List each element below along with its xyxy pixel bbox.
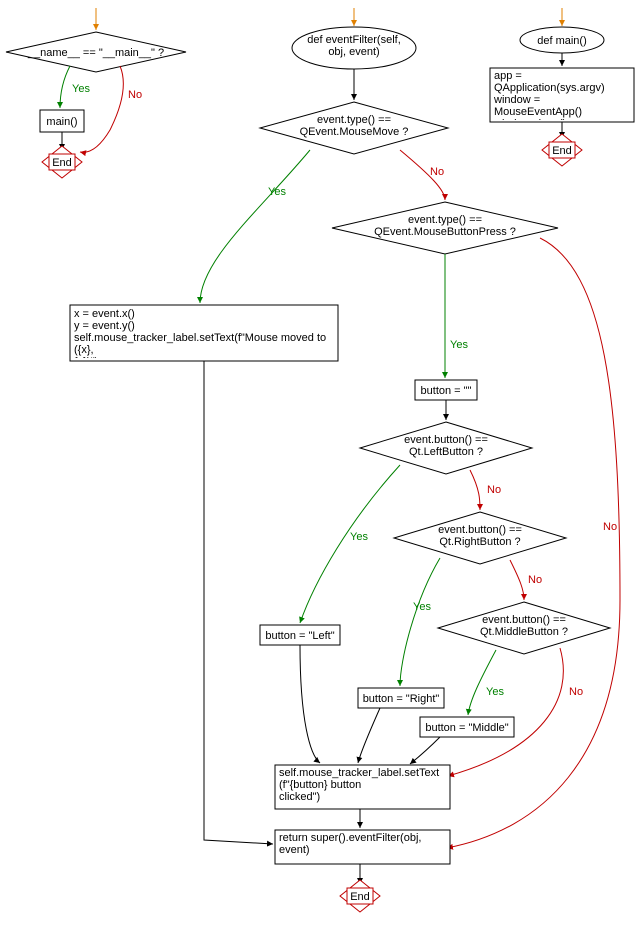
edge-right-no-label: No — [528, 574, 542, 586]
btn-mid-text: button = "Middle" — [425, 722, 508, 734]
edge-left-no-label: No — [487, 484, 501, 496]
edge-mid-no — [448, 648, 563, 776]
edge-mbp-no-label: No — [603, 521, 617, 533]
decision-right-text: event.button() == Qt.RightButton ? — [426, 524, 534, 548]
flowchart-2: def eventFilter(self, obj, event) event.… — [70, 8, 620, 912]
edge-left-no — [470, 470, 480, 510]
end-label-3: End — [552, 145, 572, 157]
edge-mid-no-label: No — [569, 686, 583, 698]
flowchart-1: __name__ == "__main__" ? Yes main() No E… — [6, 8, 186, 178]
edge-mbp-yes-label: Yes — [450, 339, 468, 351]
end-label-2: End — [350, 891, 370, 903]
edge-mm-yes — [200, 150, 310, 303]
edge-mm-no-label: No — [430, 166, 444, 178]
edge-move-ret — [204, 361, 273, 844]
edge-right-yes — [400, 558, 440, 686]
settext-text: self.mouse_tracker_label.setText (f"{but… — [279, 767, 446, 803]
btn-right-text: button = "Right" — [363, 693, 440, 705]
edge-left-yes — [300, 465, 400, 623]
edge-no-1 — [80, 66, 123, 152]
decision-left-text: event.button() == Qt.LeftButton ? — [392, 434, 500, 458]
decision-mm-text: event.type() == QEvent.MouseMove ? — [292, 114, 416, 138]
process-move-text: x = event.x() y = event.y() self.mouse_t… — [74, 308, 334, 358]
process-body-text: app = QApplication(sys.argv) window = Mo… — [494, 70, 630, 120]
terminal-label: def main() — [537, 35, 587, 47]
decision-label: __name__ == "__main__" ? — [27, 47, 164, 59]
edge-yes-1 — [60, 66, 70, 108]
edge-br-set — [358, 708, 380, 763]
end-label-1: End — [52, 157, 72, 169]
edge-mm-yes-label: Yes — [268, 186, 286, 198]
edge-bl-set — [300, 645, 320, 763]
edge-left-yes-label: Yes — [350, 531, 368, 543]
edge-bm-set — [410, 737, 440, 764]
edge-mid-yes-label: Yes — [486, 686, 504, 698]
decision-mid-text: event.button() == Qt.MiddleButton ? — [470, 614, 578, 638]
btn-left-text: button = "Left" — [265, 630, 334, 642]
edge-mid-yes — [468, 650, 496, 715]
edge-right-yes-label: Yes — [413, 601, 431, 613]
edge-right-no — [510, 560, 524, 600]
flowchart-3: def main() app = QApplication(sys.argv) … — [490, 8, 634, 166]
decision-mbp-text: event.type() == QEvent.MouseButtonPress … — [372, 214, 518, 238]
edge-label-yes: Yes — [72, 83, 90, 95]
terminal-ef-text: def eventFilter(self, obj, event) — [300, 34, 408, 58]
process-label: main() — [46, 116, 77, 128]
btn-init-text: button = "" — [421, 385, 472, 397]
return-text: return super().eventFilter(obj, event) — [279, 832, 446, 856]
edge-label-no: No — [128, 89, 142, 101]
